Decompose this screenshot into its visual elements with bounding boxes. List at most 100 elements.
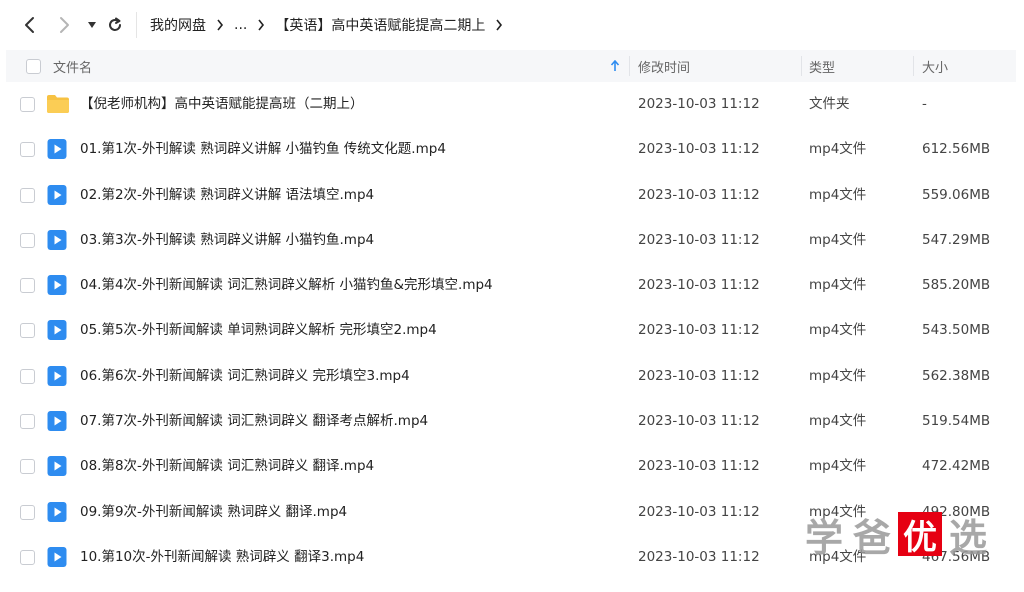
file-size: 519.54MB (922, 413, 991, 430)
refresh-icon[interactable] (103, 12, 127, 38)
select-all-checkbox[interactable] (26, 50, 41, 82)
file-type: mp4文件 (809, 458, 867, 475)
file-size: 562.38MB (922, 367, 991, 384)
row-checkbox[interactable] (20, 232, 35, 248)
video-file-icon (46, 229, 68, 251)
file-modified-time: 2023-10-03 11:12 (638, 231, 760, 248)
file-type: mp4文件 (809, 322, 867, 339)
breadcrumb-root[interactable]: 我的网盘 (150, 15, 206, 35)
file-modified-time: 2023-10-03 11:12 (638, 186, 760, 203)
watermark-char-highlight: 优 (898, 512, 942, 558)
file-type: mp4文件 (809, 141, 867, 158)
video-file-icon (46, 455, 68, 477)
file-type: mp4文件 (809, 231, 867, 248)
scrollbar[interactable] (1016, 50, 1024, 592)
breadcrumb-separator-icon (216, 19, 224, 31)
row-checkbox[interactable] (20, 549, 35, 565)
file-size: 472.42MB (922, 458, 991, 475)
file-row[interactable]: 02.第2次-外刊解读 熟词辟义讲解 语法填空.mp4 2023-10-03 11… (6, 173, 1016, 218)
video-file-icon (46, 274, 68, 296)
video-file-icon (46, 501, 68, 523)
breadcrumb-ellipsis[interactable]: ... (234, 17, 247, 33)
column-header-modified[interactable]: 修改时间 (638, 50, 690, 82)
row-checkbox[interactable] (20, 414, 35, 430)
file-type: mp4文件 (809, 413, 867, 430)
file-size: 585.20MB (922, 277, 991, 294)
file-modified-time: 2023-10-03 11:12 (638, 548, 760, 565)
top-toolbar: 我的网盘 ... 【英语】高中英语赋能提高二期上 (0, 0, 1024, 50)
row-checkbox[interactable] (20, 459, 35, 475)
file-name[interactable]: 08.第8次-外刊新闻解读 词汇熟词辟义 翻译.mp4 (80, 444, 374, 489)
file-row[interactable]: 01.第1次-外刊解读 熟词辟义讲解 小猫钓鱼 传统文化题.mp4 2023-10… (6, 127, 1016, 172)
row-checkbox[interactable] (20, 323, 35, 339)
column-divider (913, 56, 914, 76)
file-modified-time: 2023-10-03 11:12 (638, 503, 760, 520)
row-checkbox[interactable] (20, 97, 35, 112)
file-modified-time: 2023-10-03 11:12 (638, 367, 760, 384)
file-size: 547.29MB (922, 231, 991, 248)
watermark-char: 爸 (852, 515, 891, 560)
file-name[interactable]: 02.第2次-外刊解读 熟词辟义讲解 语法填空.mp4 (80, 173, 374, 218)
file-row[interactable]: 05.第5次-外刊新闻解读 单词熟词辟义解析 完形填空2.mp4 2023-10-… (6, 308, 1016, 353)
file-list-header: 文件名 修改时间 类型 大小 (6, 50, 1016, 82)
video-file-icon (46, 410, 68, 432)
file-modified-time: 2023-10-03 11:12 (638, 141, 760, 158)
video-file-icon (46, 365, 68, 387)
breadcrumb: 我的网盘 ... 【英语】高中英语赋能提高二期上 (150, 14, 513, 36)
file-modified-time: 2023-10-03 11:12 (638, 322, 760, 339)
column-header-name[interactable]: 文件名 (53, 50, 92, 82)
file-row[interactable]: 08.第8次-外刊新闻解读 词汇熟词辟义 翻译.mp4 2023-10-03 11… (6, 444, 1016, 489)
file-row[interactable]: 03.第3次-外刊解读 熟词辟义讲解 小猫钓鱼.mp4 2023-10-03 11… (6, 218, 1016, 263)
file-row[interactable]: 04.第4次-外刊新闻解读 词汇熟词辟义解析 小猫钓鱼&完形填空.mp4 2023… (6, 263, 1016, 308)
file-type: mp4文件 (809, 277, 867, 294)
breadcrumb-separator-icon (495, 19, 503, 31)
video-file-icon (46, 184, 68, 206)
file-modified-time: 2023-10-03 11:12 (638, 413, 760, 430)
file-name[interactable]: 【倪老师机构】高中英语赋能提高班（二期上） (80, 82, 364, 127)
video-file-icon (46, 138, 68, 160)
video-file-icon (46, 319, 68, 341)
file-name[interactable]: 06.第6次-外刊新闻解读 词汇熟词辟义 完形填空3.mp4 (80, 354, 410, 399)
file-name[interactable]: 05.第5次-外刊新闻解读 单词熟词辟义解析 完形填空2.mp4 (80, 308, 437, 353)
file-name[interactable]: 09.第9次-外刊新闻解读 熟词辟义 翻译.mp4 (80, 490, 347, 535)
chevron-right-icon[interactable] (52, 12, 76, 38)
caret-down-icon[interactable] (80, 12, 104, 38)
column-divider (629, 56, 630, 76)
file-size: 559.06MB (922, 186, 991, 203)
folder-icon (46, 93, 69, 115)
file-row[interactable]: 06.第6次-外刊新闻解读 词汇熟词辟义 完形填空3.mp4 2023-10-03… (6, 354, 1016, 399)
sort-ascending-icon[interactable] (610, 50, 620, 82)
row-checkbox[interactable] (20, 278, 35, 294)
row-checkbox[interactable] (20, 187, 35, 203)
breadcrumb-separator-icon (257, 19, 265, 31)
column-header-type[interactable]: 类型 (809, 50, 835, 82)
row-checkbox[interactable] (20, 368, 35, 384)
row-checkbox[interactable] (20, 504, 35, 520)
column-header-size[interactable]: 大小 (922, 50, 948, 82)
watermark-logo: 学 爸 优 选 (802, 506, 990, 562)
watermark-char: 学 (804, 515, 843, 560)
row-checkbox[interactable] (20, 142, 35, 158)
file-size: 543.50MB (922, 322, 991, 339)
file-row[interactable]: 07.第7次-外刊新闻解读 词汇熟词辟义 翻译考点解析.mp4 2023-10-0… (6, 399, 1016, 444)
file-size: 612.56MB (922, 141, 991, 158)
file-modified-time: 2023-10-03 11:12 (638, 96, 760, 112)
chevron-left-icon[interactable] (18, 12, 42, 38)
video-file-icon (46, 546, 68, 568)
file-type: 文件夹 (809, 96, 850, 112)
file-name[interactable]: 07.第7次-外刊新闻解读 词汇熟词辟义 翻译考点解析.mp4 (80, 399, 428, 444)
file-name[interactable]: 10.第10次-外刊新闻解读 熟词辟义 翻译3.mp4 (80, 535, 364, 580)
watermark-char: 选 (948, 515, 987, 560)
column-divider (801, 56, 802, 76)
file-modified-time: 2023-10-03 11:12 (638, 458, 760, 475)
file-name[interactable]: 04.第4次-外刊新闻解读 词汇熟词辟义解析 小猫钓鱼&完形填空.mp4 (80, 263, 493, 308)
file-row[interactable]: 【倪老师机构】高中英语赋能提高班（二期上） 2023-10-03 11:12 文件夹… (6, 82, 1016, 127)
file-type: mp4文件 (809, 186, 867, 203)
file-size: - (922, 96, 927, 112)
file-type: mp4文件 (809, 367, 867, 384)
file-name[interactable]: 01.第1次-外刊解读 熟词辟义讲解 小猫钓鱼 传统文化题.mp4 (80, 127, 446, 172)
file-modified-time: 2023-10-03 11:12 (638, 277, 760, 294)
breadcrumb-current[interactable]: 【英语】高中英语赋能提高二期上 (275, 15, 485, 35)
file-name[interactable]: 03.第3次-外刊解读 熟词辟义讲解 小猫钓鱼.mp4 (80, 218, 374, 263)
toolbar-divider (136, 12, 137, 38)
